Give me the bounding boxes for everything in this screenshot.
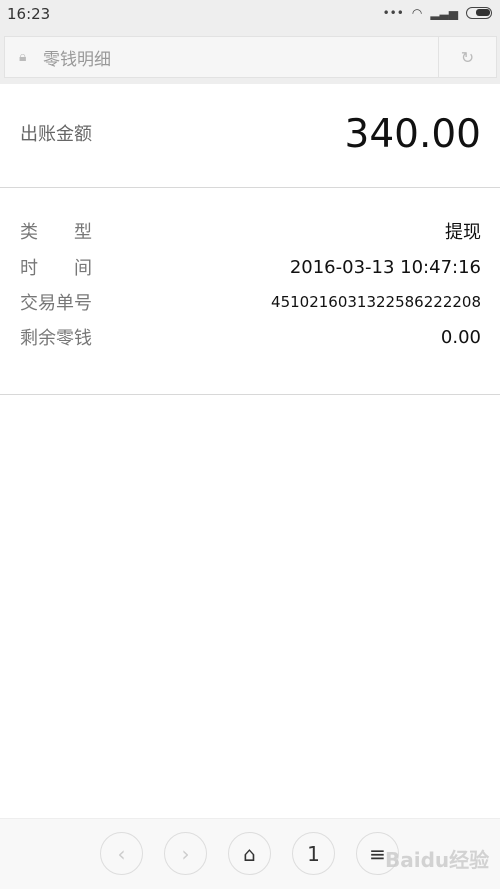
detail-value: 4510216031322586222208 <box>271 293 481 311</box>
address-bar[interactable]: 🔒︎ 零钱明细 ↻ <box>4 36 497 78</box>
detail-label: 类 型 <box>20 222 92 243</box>
detail-row-time: 时 间 2016-03-13 10:47:16 <box>20 252 481 282</box>
back-button[interactable]: ‹ <box>100 832 143 875</box>
detail-row-balance: 剩余零钱 0.00 <box>20 322 481 352</box>
more-dots-icon: ••• <box>382 6 404 20</box>
details-section: 类 型 提现 时 间 2016-03-13 10:47:16 交易单号 4510216… <box>0 188 500 395</box>
battery-icon <box>466 7 492 19</box>
detail-row-order-id: 交易单号 4510216031322586222208 <box>20 287 481 317</box>
lock-icon: 🔒︎ <box>19 49 27 65</box>
home-icon: ⌂ <box>243 841 256 866</box>
browser-toolbar: ‹ › ⌂ 1 ≡ Baidu经验 <box>0 818 500 889</box>
reload-button[interactable]: ↻ <box>438 37 496 77</box>
amount-section: 出账金额 340.00 <box>0 84 500 188</box>
amount-label: 出账金额 <box>20 124 92 145</box>
baidu-watermark: Baidu经验 <box>385 848 490 872</box>
detail-row-type: 类 型 提现 <box>20 216 481 246</box>
detail-value: 2016-03-13 10:47:16 <box>289 256 481 278</box>
signal-icon: ▂▃▅ <box>430 6 458 20</box>
home-button[interactable]: ⌂ <box>228 832 271 875</box>
reload-icon: ↻ <box>460 47 475 67</box>
detail-value: 提现 <box>445 222 481 243</box>
status-bar: 16:23 ••• ◠ ▂▃▅ <box>0 0 500 30</box>
tab-count: 1 <box>307 841 320 866</box>
detail-label: 时 间 <box>20 258 92 279</box>
page-title: 零钱明细 <box>43 49 111 70</box>
tabs-button[interactable]: 1 <box>292 832 335 875</box>
wifi-icon: ◠ <box>411 6 423 20</box>
detail-label: 交易单号 <box>20 293 92 314</box>
amount-value: 340.00 <box>344 112 481 157</box>
chevron-left-icon: ‹ <box>117 841 126 866</box>
menu-icon: ≡ <box>369 841 386 866</box>
chevron-right-icon: › <box>181 841 190 866</box>
detail-label: 剩余零钱 <box>20 328 92 349</box>
forward-button[interactable]: › <box>164 832 207 875</box>
browser-bar: 🔒︎ 零钱明细 ↻ <box>0 30 500 84</box>
clock: 16:23 <box>7 5 51 23</box>
detail-value: 0.00 <box>440 326 481 348</box>
